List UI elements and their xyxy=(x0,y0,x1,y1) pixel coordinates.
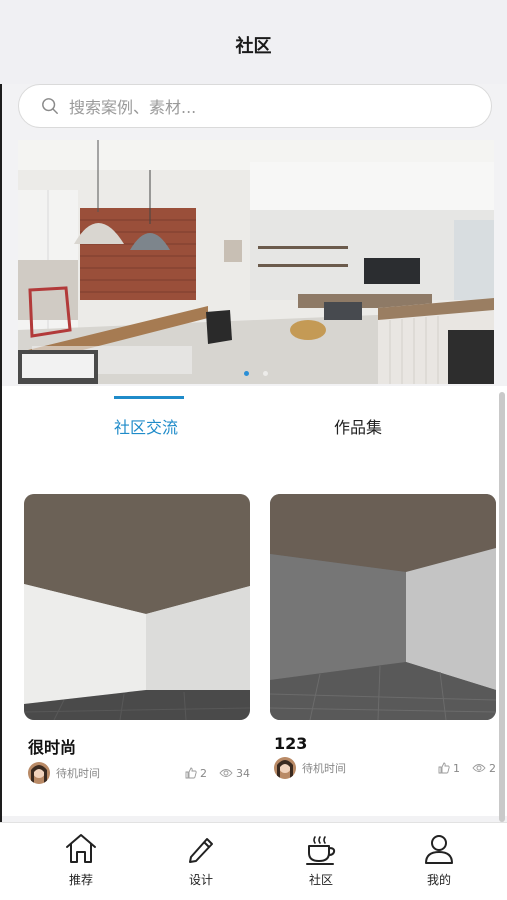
post-meta: 待机时间 2 34 xyxy=(28,762,250,784)
thumbs-up-icon xyxy=(438,762,450,774)
author-name: 待机时间 xyxy=(56,767,100,780)
tabbar-item-recommend[interactable]: 推荐 xyxy=(18,823,144,900)
search-bar[interactable]: 搜索案例、素材... xyxy=(18,84,492,128)
tabbar-item-community[interactable]: 社区 xyxy=(258,823,384,900)
tab-community[interactable]: 社区交流 xyxy=(114,414,178,438)
tabbar-label: 设计 xyxy=(188,873,213,887)
banner-dot-1[interactable] xyxy=(244,371,249,376)
feed-tabs: 社区交流 作品集 xyxy=(2,386,507,466)
avatar[interactable] xyxy=(274,757,296,779)
view-count: 34 xyxy=(219,767,250,780)
avatar[interactable] xyxy=(28,762,50,784)
like-count[interactable]: 2 xyxy=(185,767,207,780)
bottom-tab-bar: 推荐 设计 社区 我的 xyxy=(0,822,507,900)
view-count-value: 2 xyxy=(489,761,496,775)
pencil-icon xyxy=(189,838,213,863)
like-count-value: 1 xyxy=(453,761,460,775)
like-count[interactable]: 1 xyxy=(438,762,460,775)
tabbar-label: 社区 xyxy=(308,873,333,887)
view-count: 2 xyxy=(472,762,496,775)
like-count-value: 2 xyxy=(200,766,207,780)
eye-icon xyxy=(219,769,233,777)
post-title: 123 xyxy=(274,734,308,753)
community-feed: 社区交流 作品集 很时尚 待机时间 2 34 123 待机时间 1 2 xyxy=(2,386,507,816)
eye-icon xyxy=(472,764,486,772)
coffee-cup-icon xyxy=(306,836,336,865)
author-name: 待机时间 xyxy=(302,762,346,775)
post-image[interactable] xyxy=(24,494,250,720)
tabbar-label: 推荐 xyxy=(68,873,93,887)
banner-pagination xyxy=(18,371,494,376)
home-icon xyxy=(66,834,96,863)
post-meta: 待机时间 1 2 xyxy=(274,757,496,779)
post-image[interactable] xyxy=(270,494,496,720)
user-icon xyxy=(425,835,453,864)
tabbar-item-design[interactable]: 设计 xyxy=(138,823,264,900)
post-card[interactable]: 很时尚 待机时间 2 34 xyxy=(24,494,250,784)
tab-portfolio[interactable]: 作品集 xyxy=(334,414,382,438)
banner-carousel[interactable] xyxy=(18,140,494,384)
tabbar-label: 我的 xyxy=(426,873,451,887)
view-count-value: 34 xyxy=(236,766,250,780)
search-icon xyxy=(42,98,58,114)
post-card[interactable]: 123 待机时间 1 2 xyxy=(270,494,496,779)
top-header: 社区 xyxy=(0,0,507,84)
page-title: 社区 xyxy=(235,36,272,57)
banner-image xyxy=(18,140,494,384)
scrollbar[interactable] xyxy=(499,392,505,822)
post-title: 很时尚 xyxy=(28,738,77,757)
thumbs-up-icon xyxy=(185,767,197,779)
banner-dot-2[interactable] xyxy=(263,371,268,376)
active-tab-indicator xyxy=(114,396,184,399)
tabbar-item-mine[interactable]: 我的 xyxy=(376,823,502,900)
search-placeholder: 搜索案例、素材... xyxy=(69,98,197,117)
